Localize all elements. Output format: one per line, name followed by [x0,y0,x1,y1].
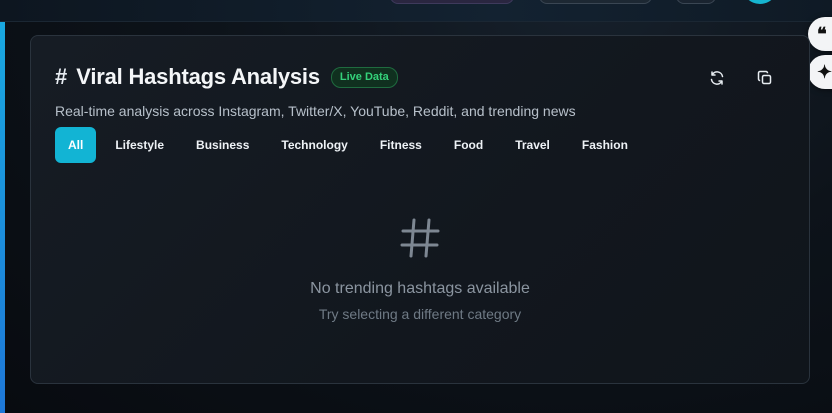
empty-state-hint: Try selecting a different category [318,306,522,322]
hash-icon [400,218,440,258]
tab-technology[interactable]: Technology [265,127,363,163]
top-bar [0,0,832,22]
sparkle-icon: ✦ [817,61,832,82]
refresh-button[interactable] [707,68,727,88]
empty-state: No trending hashtags available Try selec… [31,216,809,322]
quote-float-button[interactable]: ❝ [808,17,832,51]
top-control[interactable] [539,0,652,4]
sparkle-float-button[interactable]: ✦ [808,55,832,89]
card-header: # Viral Hashtags Analysis Live Data [55,64,398,90]
sidebar-accent-bar [0,22,5,413]
copy-icon [757,70,772,85]
top-control[interactable] [676,0,716,4]
page: ❝ ✦ # Viral Hashtags Analysis Live Data … [0,0,832,413]
tab-food[interactable]: Food [438,127,499,163]
copy-button[interactable] [755,68,775,88]
card-title: Viral Hashtags Analysis [76,64,320,89]
live-data-badge: Live Data [330,66,398,88]
top-control[interactable] [390,0,514,4]
tab-travel[interactable]: Travel [499,127,566,163]
hash-icon: # [55,64,68,89]
quote-icon: ❝ [817,23,827,44]
card-subtitle: Real-time analysis across Instagram, Twi… [55,103,576,119]
tab-lifestyle[interactable]: Lifestyle [99,127,180,163]
category-tabs: All Lifestyle Business Technology Fitnes… [55,127,644,163]
tab-fashion[interactable]: Fashion [566,127,644,163]
hashtag-analysis-card: # Viral Hashtags Analysis Live Data Real… [30,35,810,384]
avatar[interactable] [742,0,778,4]
refresh-icon [710,71,724,85]
empty-state-title: No trending hashtags available [310,280,530,297]
tab-business[interactable]: Business [180,127,265,163]
tab-all[interactable]: All [55,127,97,163]
tab-fitness[interactable]: Fitness [364,127,438,163]
